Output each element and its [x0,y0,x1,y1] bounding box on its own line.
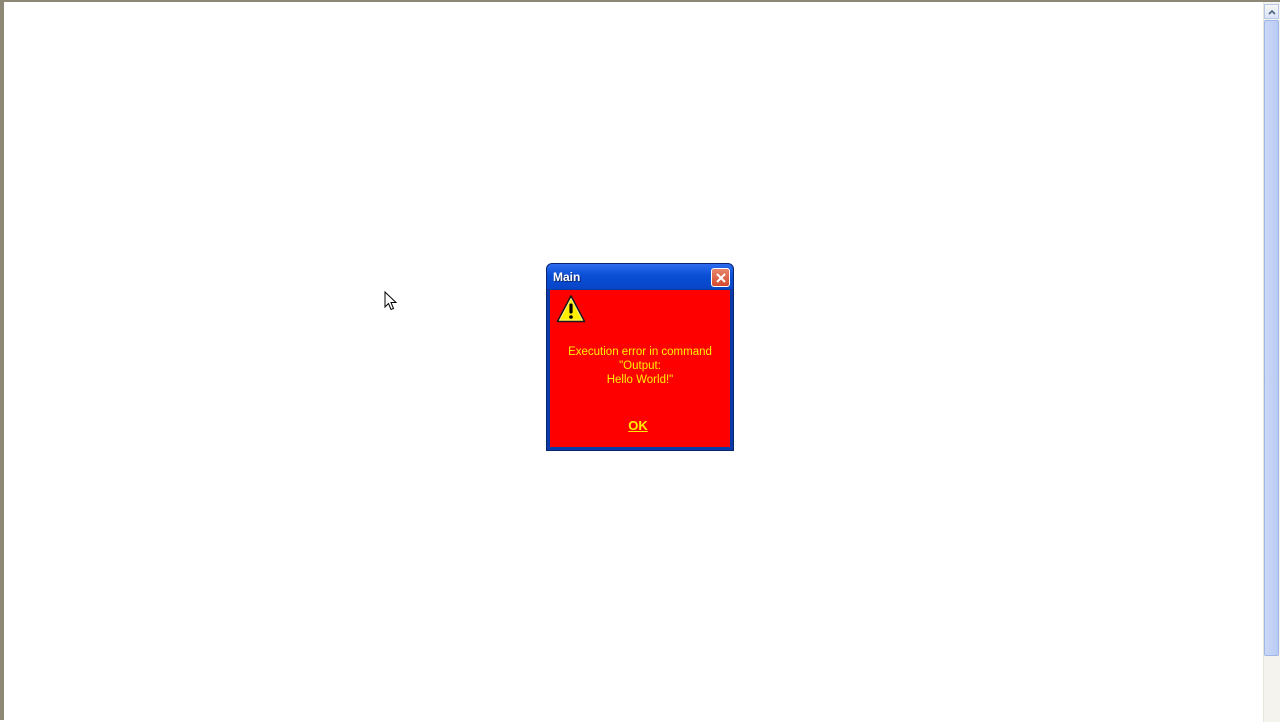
message-line: Execution error in command [568,346,712,358]
vertical-scrollbar[interactable] [1263,2,1280,722]
close-icon [716,273,726,283]
error-message: Execution error in command "Output: Hell… [550,345,730,387]
error-dialog: Main Execution error in command "Output:… [546,263,734,451]
warning-icon [556,295,586,323]
message-line: "Output: [619,360,661,372]
scrollbar-thumb[interactable] [1264,20,1279,656]
ok-button[interactable]: OK [622,417,654,435]
dialog-title: Main [553,270,581,284]
dialog-body: Execution error in command "Output: Hell… [550,290,730,447]
dialog-titlebar[interactable]: Main [547,264,733,289]
chevron-up-icon [1268,9,1276,15]
message-line: Hello World!" [606,374,674,386]
scroll-up-button[interactable] [1264,4,1279,19]
mouse-pointer-icon [384,291,398,311]
close-button[interactable] [711,268,730,287]
